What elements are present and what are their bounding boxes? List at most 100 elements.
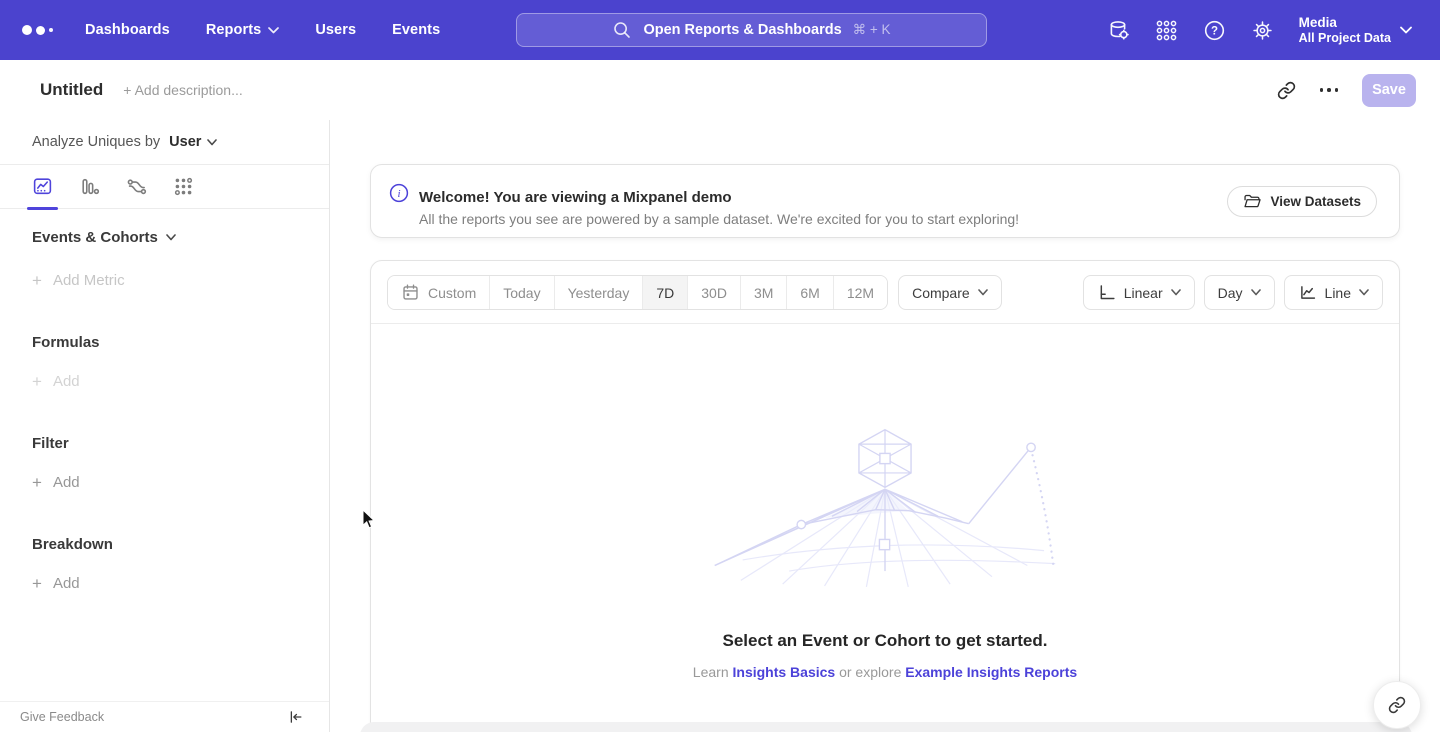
data-management-icon[interactable] — [1107, 19, 1130, 42]
linear-axis-icon — [1097, 283, 1116, 302]
breakdown-section-header: Breakdown — [32, 536, 329, 553]
mixpanel-logo-icon[interactable] — [22, 25, 53, 35]
plus-icon: + — [32, 272, 42, 289]
chevron-down-icon — [1171, 289, 1181, 296]
empty-state-links: Learn Insights Basics or explore Example… — [371, 664, 1399, 680]
interval-dropdown[interactable]: Day — [1204, 275, 1275, 310]
chevron-down-icon — [1251, 289, 1261, 296]
compare-dropdown[interactable]: Compare — [898, 275, 1002, 310]
insights-line-chart-icon — [32, 176, 53, 197]
welcome-banner: i Welcome! You are viewing a Mixpanel de… — [370, 164, 1400, 238]
apps-grid-icon[interactable] — [1155, 19, 1178, 42]
settings-gear-icon[interactable] — [1251, 19, 1274, 42]
range-6m[interactable]: 6M — [786, 276, 832, 309]
search-placeholder: Open Reports & Dashboards — [643, 22, 841, 38]
plus-icon: + — [32, 474, 42, 491]
more-options-icon[interactable] — [1320, 84, 1339, 96]
formulas-section-header: Formulas — [32, 334, 329, 351]
give-feedback-link[interactable]: Give Feedback — [20, 710, 104, 724]
banner-body: All the reports you see are powered by a… — [419, 211, 1019, 227]
nav-item-dashboards[interactable]: Dashboards — [85, 22, 170, 38]
add-formula-button[interactable]: + Add — [32, 373, 329, 390]
analyze-uniques-row: Analyze Uniques by User — [0, 120, 329, 165]
info-icon: i — [389, 183, 409, 203]
bar-chart-icon — [79, 176, 100, 197]
empty-state: Select an Event or Cohort to get started… — [371, 424, 1399, 680]
svg-text:?: ? — [1211, 25, 1218, 37]
add-breakdown-button[interactable]: + Add — [32, 575, 329, 592]
add-description-field[interactable]: + Add description... — [123, 82, 242, 98]
plus-icon: + — [32, 373, 42, 390]
range-12m[interactable]: 12M — [833, 276, 887, 309]
chart-type-dropdown[interactable]: Line — [1284, 275, 1383, 310]
link-chain-icon — [1388, 696, 1406, 714]
date-range-segmented-control: Custom Today Yesterday 7D 30D 3M 6M 12M — [387, 275, 888, 310]
report-header-actions: Save — [1277, 74, 1440, 107]
range-30d[interactable]: 30D — [687, 276, 740, 309]
retention-dots-icon — [173, 176, 194, 197]
search-icon — [612, 20, 632, 40]
range-yesterday[interactable]: Yesterday — [554, 276, 643, 309]
svg-text:i: i — [397, 188, 400, 200]
filter-section-header: Filter — [32, 435, 329, 452]
nav-item-users[interactable]: Users — [315, 22, 356, 38]
flows-icon — [126, 176, 147, 197]
range-custom[interactable]: Custom — [388, 276, 489, 309]
chevron-down-icon — [207, 139, 217, 146]
project-scope: All Project Data — [1299, 31, 1391, 46]
range-today[interactable]: Today — [489, 276, 553, 309]
chart-controls: Linear Day Line — [1083, 275, 1383, 310]
range-3m[interactable]: 3M — [740, 276, 786, 309]
report-card: Custom Today Yesterday 7D 30D 3M 6M 12M … — [370, 260, 1400, 732]
empty-state-illustration — [685, 424, 1085, 587]
range-7d[interactable]: 7D — [642, 276, 687, 309]
add-metric-button[interactable]: + Add Metric — [32, 272, 329, 289]
plus-icon: + — [32, 575, 42, 592]
sidebar-sections: Events & Cohorts + Add Metric Formulas +… — [0, 229, 329, 592]
sidebar-footer: Give Feedback — [0, 701, 329, 732]
add-filter-button[interactable]: + Add — [32, 474, 329, 491]
chevron-down-icon — [166, 234, 176, 241]
project-name: Media — [1299, 15, 1391, 31]
empty-state-heading: Select an Event or Cohort to get started… — [371, 631, 1399, 651]
calendar-icon — [401, 283, 420, 302]
global-search-input[interactable]: Open Reports & Dashboards ⌘ + K — [516, 13, 987, 47]
chevron-down-icon — [1400, 26, 1412, 34]
report-header: Untitled + Add description... Save — [0, 60, 1440, 120]
top-navigation-bar: Dashboards Reports Users Events Open Rep… — [0, 0, 1440, 60]
next-section-peek — [360, 722, 1412, 732]
chevron-down-icon — [1359, 289, 1369, 296]
analyze-label: Analyze Uniques by — [32, 134, 160, 150]
tab-retention[interactable] — [173, 165, 194, 209]
app-window: Dashboards Reports Users Events Open Rep… — [0, 0, 1440, 732]
banner-title: Welcome! You are viewing a Mixpanel demo — [419, 175, 1019, 206]
report-title[interactable]: Untitled — [40, 80, 103, 100]
collapse-sidebar-icon[interactable] — [287, 709, 303, 725]
visualization-tabs — [0, 165, 329, 209]
example-insights-reports-link[interactable]: Example Insights Reports — [905, 664, 1077, 680]
query-builder-sidebar: Analyze Uniques by User — [0, 120, 330, 732]
share-link-icon[interactable] — [1277, 81, 1296, 100]
open-folder-icon — [1243, 193, 1261, 209]
insights-basics-link[interactable]: Insights Basics — [733, 664, 836, 680]
project-switcher[interactable]: Media All Project Data — [1299, 15, 1412, 46]
nav-item-events[interactable]: Events — [392, 22, 440, 38]
tab-flows[interactable] — [126, 165, 147, 209]
tab-insights[interactable] — [32, 165, 53, 209]
search-shortcut: ⌘ + K — [853, 22, 891, 38]
tab-bar-chart[interactable] — [79, 165, 100, 209]
copy-link-floating-button[interactable] — [1373, 681, 1421, 729]
view-datasets-button[interactable]: View Datasets — [1227, 186, 1377, 217]
chevron-down-icon — [268, 27, 279, 34]
primary-nav: Dashboards Reports Users Events — [85, 22, 440, 38]
nav-item-reports[interactable]: Reports — [206, 22, 280, 38]
nav-right-controls: ? Media All Project Data — [1107, 0, 1440, 60]
line-chart-icon — [1298, 283, 1317, 302]
scale-dropdown[interactable]: Linear — [1083, 275, 1195, 310]
report-toolbar: Custom Today Yesterday 7D 30D 3M 6M 12M … — [371, 261, 1399, 324]
events-cohorts-section-header[interactable]: Events & Cohorts — [32, 229, 329, 246]
analyze-by-dropdown[interactable]: User — [169, 134, 217, 150]
help-icon[interactable]: ? — [1203, 19, 1226, 42]
chevron-down-icon — [978, 289, 988, 296]
save-button[interactable]: Save — [1362, 74, 1416, 107]
